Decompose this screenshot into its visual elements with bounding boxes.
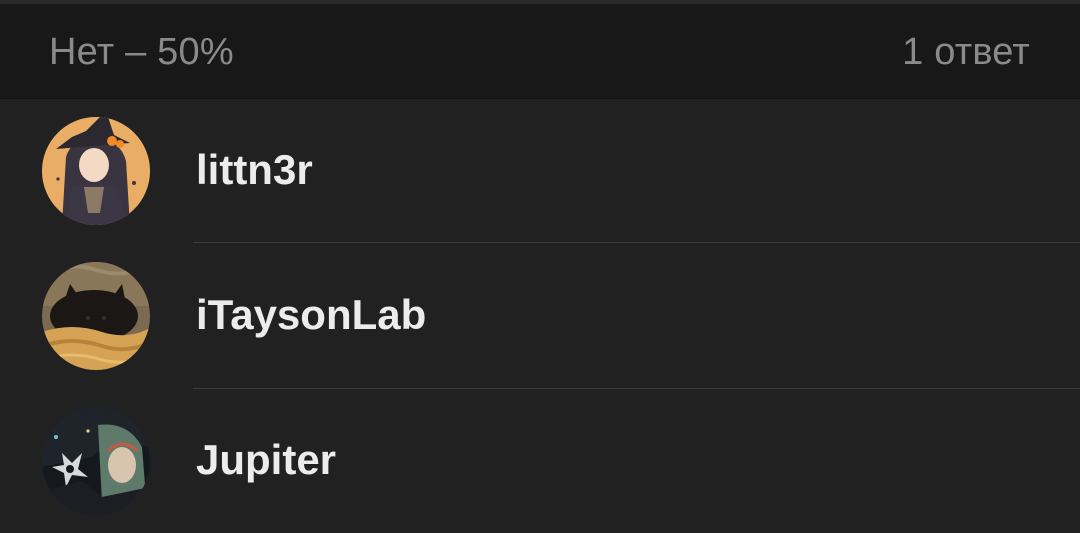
poll-option-label: Нет – 50%	[49, 31, 234, 73]
voter-name: littn3r	[196, 146, 313, 193]
voter-name: iTaysonLab	[196, 291, 427, 338]
voter-row[interactable]: littn3r	[0, 99, 1080, 244]
poll-option-header: Нет – 50% 1 ответ	[0, 4, 1080, 99]
voter-row[interactable]: iTaysonLab	[0, 244, 1080, 389]
poll-voters-screen: Нет – 50% 1 ответ littn3r iTaysonLab Jup…	[0, 0, 1080, 533]
voter-row[interactable]: Jupiter	[0, 389, 1080, 533]
answer-count: 1 ответ	[902, 31, 1030, 73]
row-divider	[193, 242, 1080, 243]
anime-art-avatar	[42, 407, 150, 515]
voters-list: littn3r iTaysonLab Jupiter	[0, 99, 1080, 533]
black-cat-avatar	[42, 262, 150, 370]
witch-girl-avatar	[42, 117, 150, 225]
voter-name: Jupiter	[196, 436, 337, 483]
